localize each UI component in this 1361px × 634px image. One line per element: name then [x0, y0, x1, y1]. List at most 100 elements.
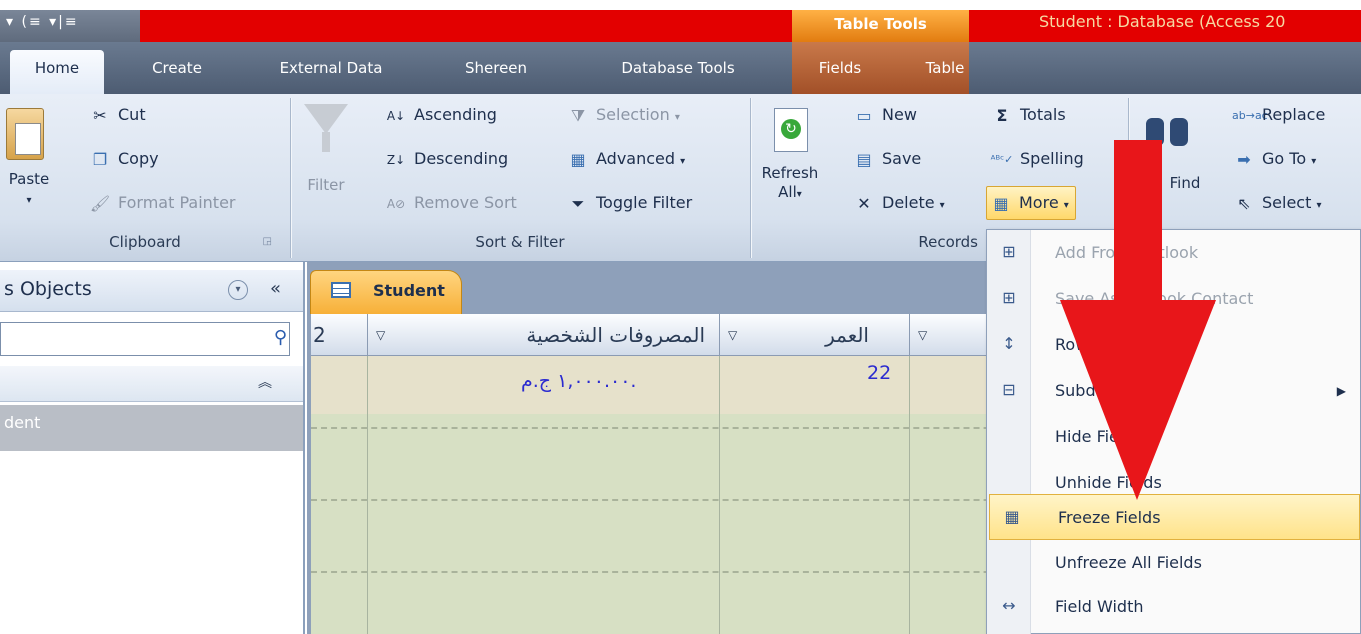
dialog-launcher-icon[interactable]: ◲ [263, 230, 272, 254]
toggle-filter-label: Toggle Filter [596, 193, 693, 212]
chevron-down-icon: ▾ [939, 200, 945, 211]
more-label: More [1019, 193, 1059, 212]
totals-label: Totals [1020, 105, 1066, 124]
column-dropdown-icon[interactable]: ▽ [728, 314, 737, 356]
copy-button[interactable]: ❐ Copy [88, 144, 159, 174]
menu-item-save-as-outlook-contact[interactable]: ⊞ Save As Outlook Contact [987, 276, 1361, 322]
delete-record-button[interactable]: ✕ Delete ▾ [852, 188, 945, 218]
tab-fields[interactable]: Fields [800, 50, 880, 94]
save-icon: ▤ [856, 149, 872, 169]
cut-label: Cut [118, 105, 146, 124]
advanced-filter-icon: ▦ [570, 149, 586, 169]
save-label: Save [882, 149, 922, 168]
copy-label: Copy [118, 149, 159, 168]
submenu-arrow-icon: ▶ [1336, 384, 1346, 398]
chevron-down-icon: ▾ [680, 156, 686, 167]
selection-label: Selection [596, 105, 670, 124]
refresh-icon[interactable]: ↻ [774, 108, 808, 152]
chevron-down-icon: ▾ [1063, 200, 1069, 211]
delete-icon: ✕ [857, 193, 871, 213]
totals-button[interactable]: Σ Totals [990, 100, 1066, 130]
cell-age[interactable]: 22 [867, 362, 891, 384]
replace-label: Replace [1262, 105, 1326, 124]
menu-item-label: Hide Fields [1055, 427, 1142, 446]
column-header-label: المصروفات الشخصية [526, 323, 705, 347]
spelling-button[interactable]: ᴬᴮᶜ✓ Spelling [990, 144, 1084, 174]
replace-button[interactable]: ab→acReplace [1232, 100, 1325, 130]
menu-item-hide-fields[interactable]: Hide Fields [987, 414, 1361, 460]
toggle-filter-button[interactable]: ⏷ Toggle Filter [566, 188, 693, 218]
outlook-add-icon: ⊞ [1002, 242, 1016, 261]
menu-item-field-width[interactable]: ↔ Field Width [987, 584, 1361, 630]
funnel-icon[interactable] [304, 104, 348, 134]
column-dropdown-icon[interactable]: ▽ [918, 314, 927, 356]
column-header-age[interactable]: ▽ العمر [719, 314, 909, 356]
menu-item-row-height[interactable]: ↕ Row Height... [987, 322, 1361, 368]
tab-database-tools[interactable]: Database Tools [586, 50, 770, 94]
column-header-partial[interactable]: 2 [311, 314, 367, 356]
goto-label: Go To [1262, 149, 1307, 168]
arrow-right-icon: ➡ [1237, 149, 1251, 169]
tab-home[interactable]: Home [10, 50, 104, 94]
menu-item-label: Subdatasheet [1055, 381, 1166, 400]
selection-button[interactable]: ⧩ Selection ▾ [566, 100, 680, 130]
clipboard-group-label: Clipboard ◲ [0, 230, 290, 254]
menu-item-label: Unhide Fields [1055, 473, 1162, 492]
quick-access-toolbar[interactable]: ▾ (≡ ▾|≡ [0, 10, 140, 42]
format-painter-button[interactable]: 🖌 Format Painter [88, 188, 236, 218]
search-icon[interactable]: ⚲ [274, 327, 287, 348]
select-button[interactable]: ⇖ Select ▾ [1232, 188, 1321, 218]
menu-item-subdatasheet[interactable]: ⊟ Subdatasheet ▶ [987, 368, 1361, 414]
paste-icon[interactable] [6, 108, 44, 160]
menu-item-freeze-fields[interactable]: ▦ Freeze Fields [989, 494, 1360, 540]
scissors-icon: ✂ [93, 105, 107, 125]
more-button[interactable]: ▦ More ▾ [986, 186, 1076, 220]
chevron-down-circle-icon[interactable]: ▾ [228, 280, 248, 300]
menu-item-label: Row Height... [1055, 335, 1162, 354]
ascending-button[interactable]: A↓ Ascending [384, 100, 497, 130]
menu-item-add-from-outlook[interactable]: ⊞ Add From Outlook [987, 230, 1361, 276]
clipboard-label: Clipboard [109, 233, 181, 251]
navigation-group-header[interactable]: ︽ [0, 366, 303, 402]
column-header-next[interactable]: ▽ [909, 314, 989, 356]
tab-shereen[interactable]: Shereen [440, 50, 552, 94]
tab-create[interactable]: Create [128, 50, 226, 94]
menu-item-label: Freeze Fields [1058, 508, 1161, 527]
filter-button[interactable]: Filter [296, 176, 356, 195]
navigation-search-input[interactable]: ⚲ [0, 322, 290, 356]
title-bar: ▾ (≡ ▾|≡ Table Tools Student : Database … [0, 0, 1361, 42]
menu-item-label: Unfreeze All Fields [1055, 553, 1202, 572]
column-header-expenses[interactable]: ▽ المصروفات الشخصية [367, 314, 719, 356]
tab-external-data[interactable]: External Data [258, 50, 404, 94]
chevron-down-icon: ▾ [1311, 156, 1317, 167]
context-tab-title: Table Tools [792, 10, 969, 42]
collapse-pane-icon[interactable]: « [270, 278, 281, 299]
descending-button[interactable]: Z↓ Descending [384, 144, 508, 174]
goto-button[interactable]: ➡ Go To ▾ [1232, 144, 1316, 174]
subdatasheet-icon: ⊟ [1002, 380, 1016, 399]
binoculars-icon[interactable] [1146, 108, 1190, 148]
collapse-group-icon[interactable]: ︽ [258, 372, 272, 392]
cut-button[interactable]: ✂ Cut [88, 100, 146, 130]
navigation-item-student[interactable]: dent [0, 405, 303, 451]
menu-item-unfreeze-all-fields[interactable]: Unfreeze All Fields [987, 540, 1361, 586]
paste-button[interactable]: Paste ▾ [0, 170, 58, 210]
navigation-pane: s Objects ▾ « ⚲ ︽ dent [0, 262, 305, 634]
cell-expenses[interactable]: ١,٠٠٠.٠٠ ج.م. [521, 370, 636, 392]
navigation-pane-header[interactable]: s Objects ▾ « [0, 270, 303, 312]
chevron-down-icon: ▾ [796, 189, 802, 200]
column-dropdown-icon[interactable]: ▽ [376, 314, 385, 356]
save-record-button[interactable]: ▤ Save [852, 144, 921, 174]
window-title: Student : Database (Access 20 [1039, 12, 1286, 31]
new-record-button[interactable]: ▭ New [852, 100, 916, 130]
advanced-button[interactable]: ▦ Advanced ▾ [566, 144, 685, 174]
row-height-icon: ↕ [1002, 334, 1016, 353]
delete-label: Delete [882, 193, 935, 212]
remove-sort-button[interactable]: A⊘ Remove Sort [384, 188, 517, 218]
tab-table[interactable]: Table [905, 50, 985, 94]
refresh-all-button[interactable]: Refresh All▾ [758, 164, 822, 204]
refresh-label: Refresh [761, 164, 819, 182]
find-button[interactable]: Find [1160, 174, 1210, 193]
menu-item-label: Save As Outlook Contact [1055, 289, 1254, 308]
document-tab-student[interactable]: Student [310, 270, 462, 314]
